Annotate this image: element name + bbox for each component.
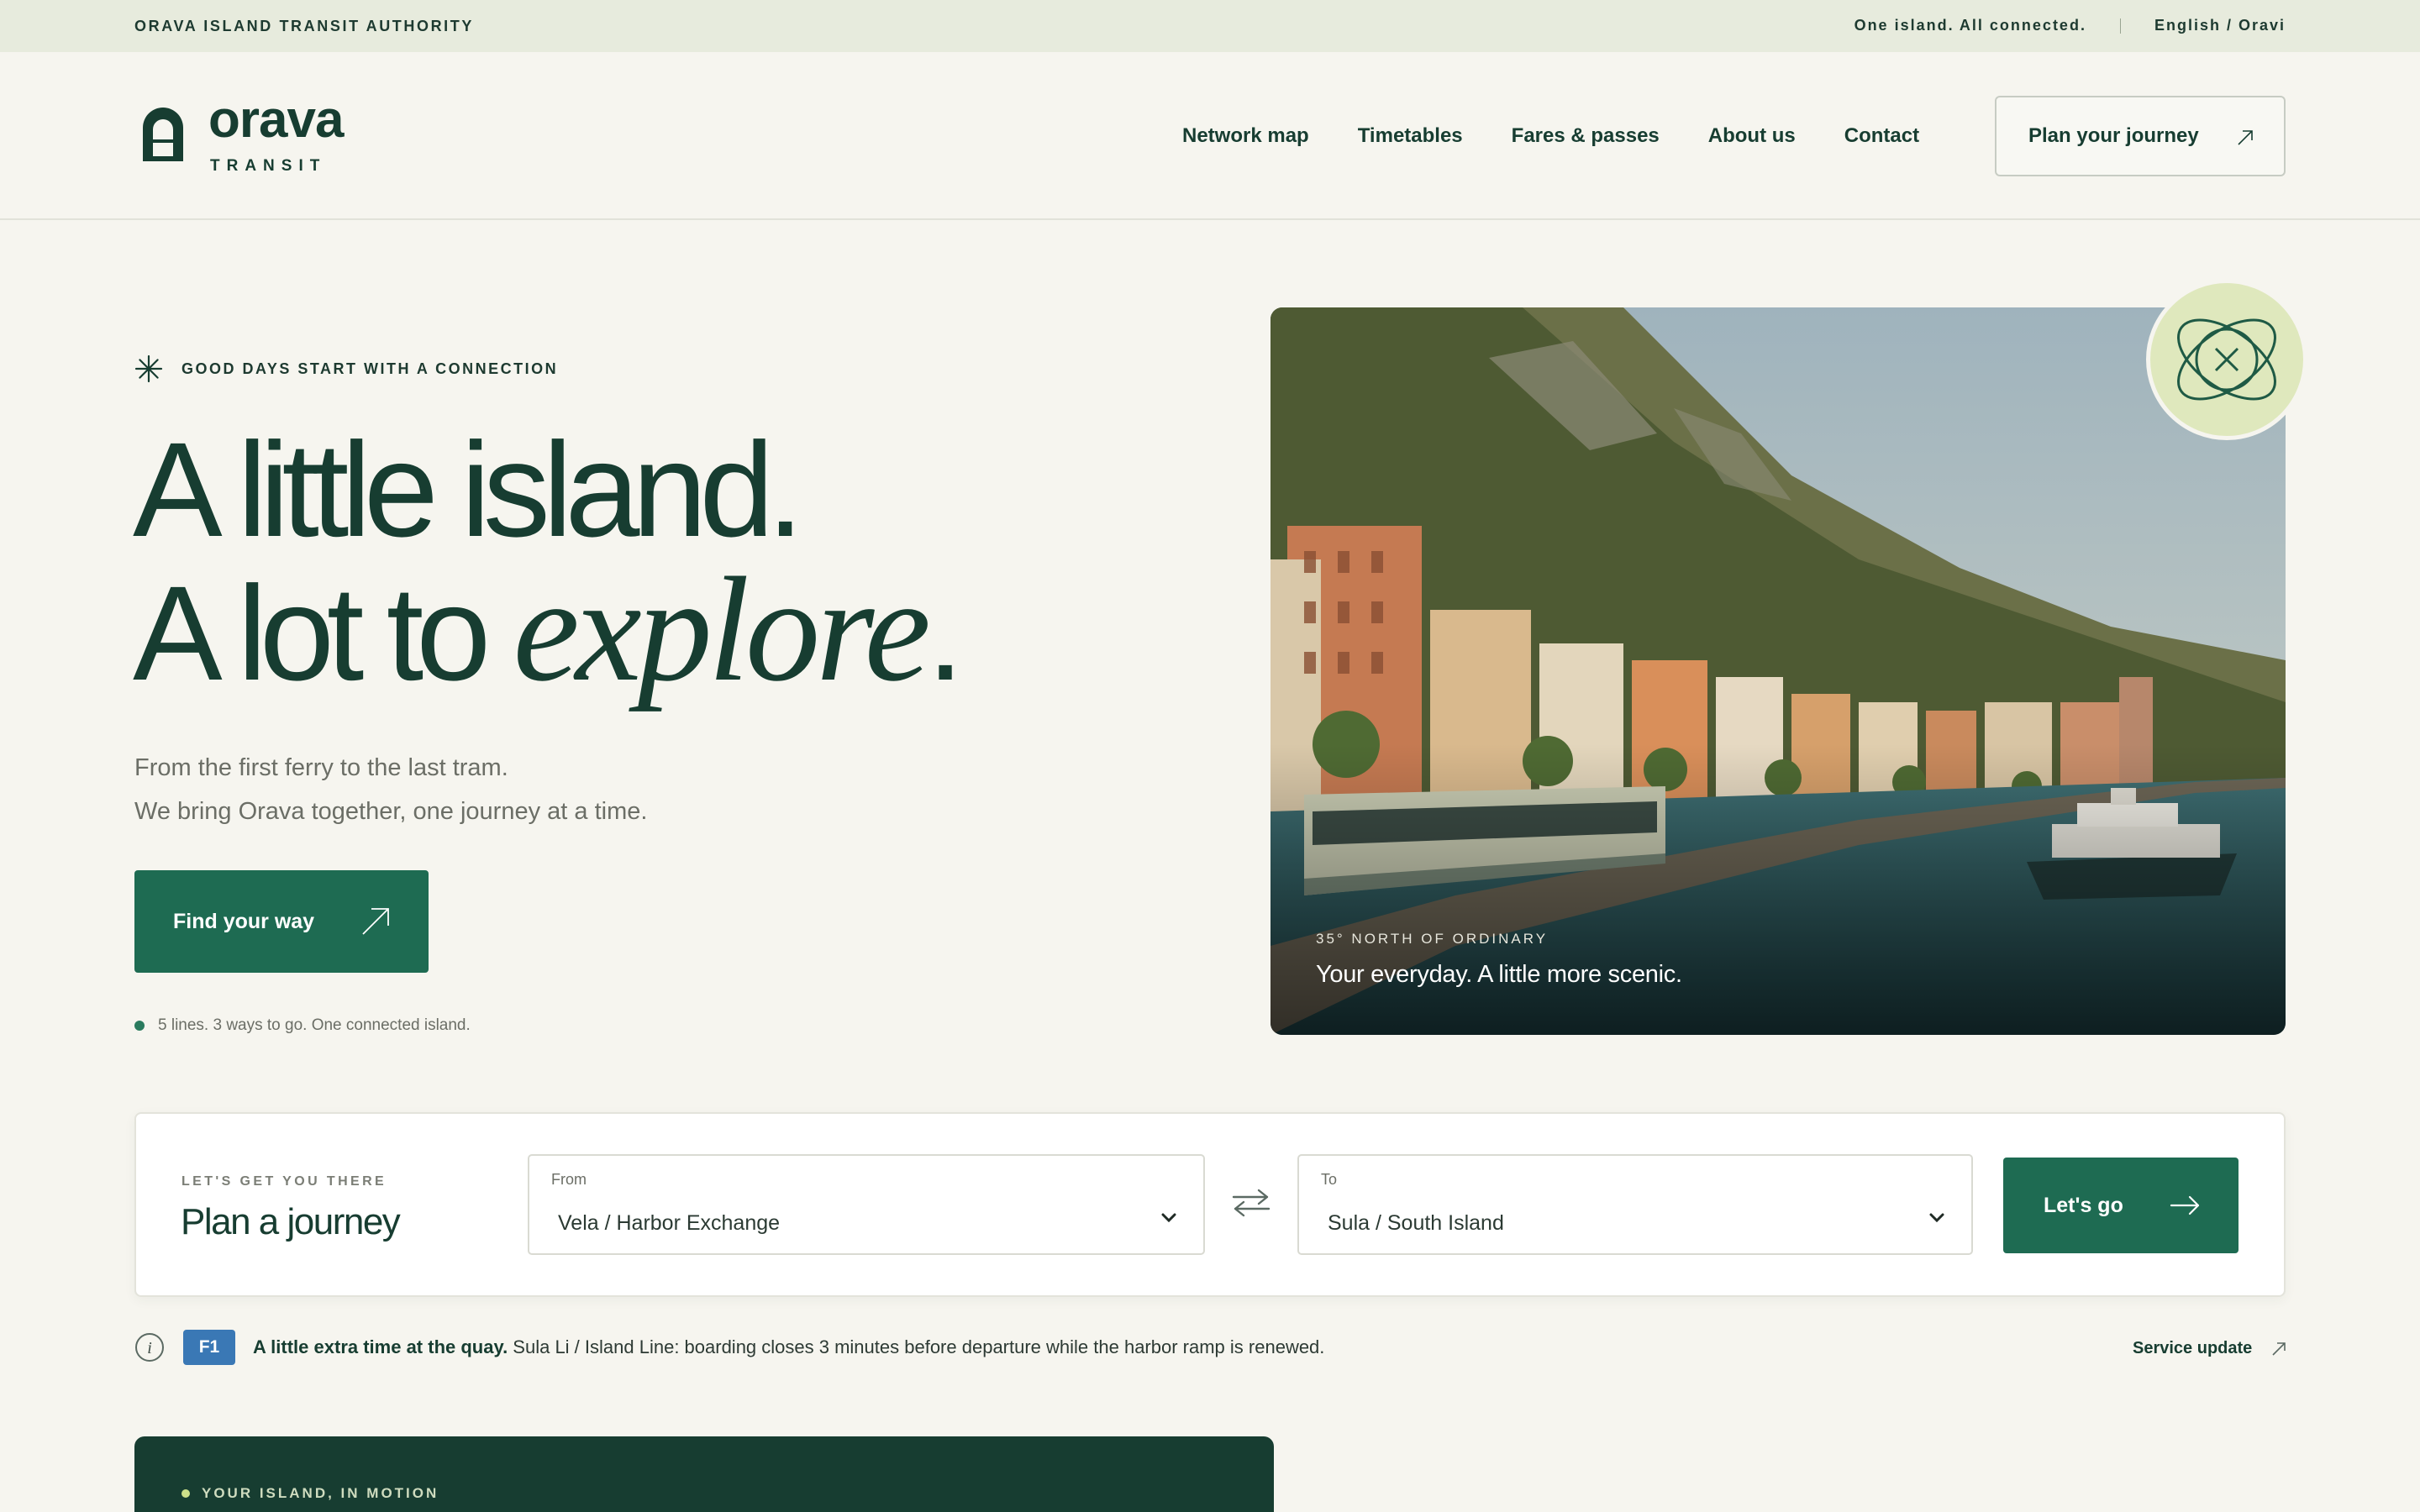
find-your-way-label: Find your way bbox=[173, 909, 315, 933]
sparkle-icon bbox=[134, 354, 163, 383]
authority-name: ORAVA ISLAND TRANSIT AUTHORITY bbox=[134, 18, 474, 34]
service-update-link[interactable]: Service update bbox=[2133, 1339, 2287, 1358]
photo-kicker: 35° NORTH OF ORDINARY bbox=[1316, 931, 1549, 947]
lets-go-button[interactable]: Let's go bbox=[2003, 1158, 2238, 1253]
language-switcher[interactable]: English / Oravi bbox=[2154, 17, 2286, 34]
motion-kicker-text: YOUR ISLAND, IN MOTION bbox=[202, 1485, 439, 1501]
hero-eyebrow: GOOD DAYS START WITH A CONNECTION bbox=[134, 354, 558, 383]
find-your-way-button[interactable]: Find your way bbox=[134, 870, 429, 973]
hero-subtitle: From the first ferry to the last tram. W… bbox=[134, 746, 647, 833]
headline-line-1: A little island. bbox=[133, 414, 804, 564]
line-tag: F1 bbox=[183, 1330, 235, 1365]
from-value: Vela / Harbor Exchange bbox=[558, 1211, 781, 1235]
nav-network-map[interactable]: Network map bbox=[1182, 124, 1309, 148]
arrow-up-right-icon bbox=[362, 908, 389, 935]
hero-subtitle-2: We bring Orava together, one journey at … bbox=[134, 798, 648, 825]
plan-journey-label: Plan your journey bbox=[2028, 124, 2199, 147]
coastal-town-illustration bbox=[1270, 307, 2286, 1035]
planner-title: Plan a journey bbox=[181, 1201, 401, 1242]
plan-journey-button[interactable]: Plan your journey bbox=[1995, 96, 2286, 176]
to-select[interactable]: To Sula / South Island bbox=[1297, 1154, 1973, 1255]
lets-go-label: Let's go bbox=[2044, 1193, 2123, 1217]
hero-meta: 5 lines. 3 ways to go. One connected isl… bbox=[134, 1016, 471, 1035]
arrow-up-right-icon bbox=[2238, 130, 2253, 145]
from-select[interactable]: From Vela / Harbor Exchange bbox=[528, 1154, 1205, 1255]
utility-tagline: One island. All connected. bbox=[1854, 17, 2086, 34]
to-value: Sula / South Island bbox=[1328, 1211, 1504, 1235]
brand-name[interactable]: orava bbox=[208, 94, 344, 146]
hero-photo bbox=[1270, 307, 2286, 1035]
svg-text:i: i bbox=[147, 1339, 152, 1357]
headline-line-2: A lot to bbox=[133, 558, 513, 708]
swap-icon[interactable] bbox=[1230, 1188, 1272, 1218]
nav-contact[interactable]: Contact bbox=[1844, 124, 1919, 148]
utility-divider bbox=[2119, 18, 2121, 34]
hero-eyebrow-text: GOOD DAYS START WITH A CONNECTION bbox=[182, 360, 559, 377]
chevron-down-icon bbox=[1929, 1213, 1944, 1223]
logo-arch-icon[interactable] bbox=[139, 106, 187, 161]
notice-bold: A little extra time at the quay. bbox=[253, 1336, 508, 1357]
hero-meta-text: 5 lines. 3 ways to go. One connected isl… bbox=[158, 1016, 471, 1034]
to-label: To bbox=[1321, 1171, 1338, 1188]
chevron-down-icon bbox=[1161, 1213, 1176, 1223]
photo-caption: Your everyday. A little more scenic. bbox=[1316, 961, 1682, 988]
orbit-icon bbox=[2177, 318, 2276, 401]
headline-period: . bbox=[926, 558, 965, 708]
nav-fares-passes[interactable]: Fares & passes bbox=[1512, 124, 1660, 148]
nav-about-us[interactable]: About us bbox=[1708, 124, 1796, 148]
hero-headline: A little island. A lot to explore. bbox=[133, 420, 964, 705]
service-notice: A little extra time at the quay. Sula Li… bbox=[253, 1336, 1324, 1358]
hero-subtitle-1: From the first ferry to the last tram. bbox=[134, 754, 508, 781]
notice-text: Sula Li / Island Line: boarding closes 3… bbox=[508, 1336, 1325, 1357]
arrow-up-right-icon bbox=[2272, 1341, 2286, 1356]
nav-timetables[interactable]: Timetables bbox=[1358, 124, 1463, 148]
brand-subtitle: TRANSIT bbox=[210, 157, 327, 175]
info-icon: i bbox=[135, 1333, 164, 1362]
orbit-badge bbox=[2146, 279, 2307, 440]
headline-italic: explore bbox=[513, 546, 931, 712]
from-label: From bbox=[551, 1171, 587, 1188]
main-nav: Network map Timetables Fares & passes Ab… bbox=[1182, 124, 1919, 148]
motion-kicker: YOUR ISLAND, IN MOTION bbox=[182, 1485, 439, 1502]
planner-kicker: LET'S GET YOU THERE bbox=[182, 1174, 387, 1189]
status-dot bbox=[134, 1021, 145, 1031]
utility-right: One island. All connected. English / Ora… bbox=[1854, 17, 2286, 34]
motion-dot bbox=[182, 1489, 190, 1498]
arrow-right-icon bbox=[2170, 1195, 2200, 1215]
service-update-label: Service update bbox=[2133, 1339, 2253, 1357]
